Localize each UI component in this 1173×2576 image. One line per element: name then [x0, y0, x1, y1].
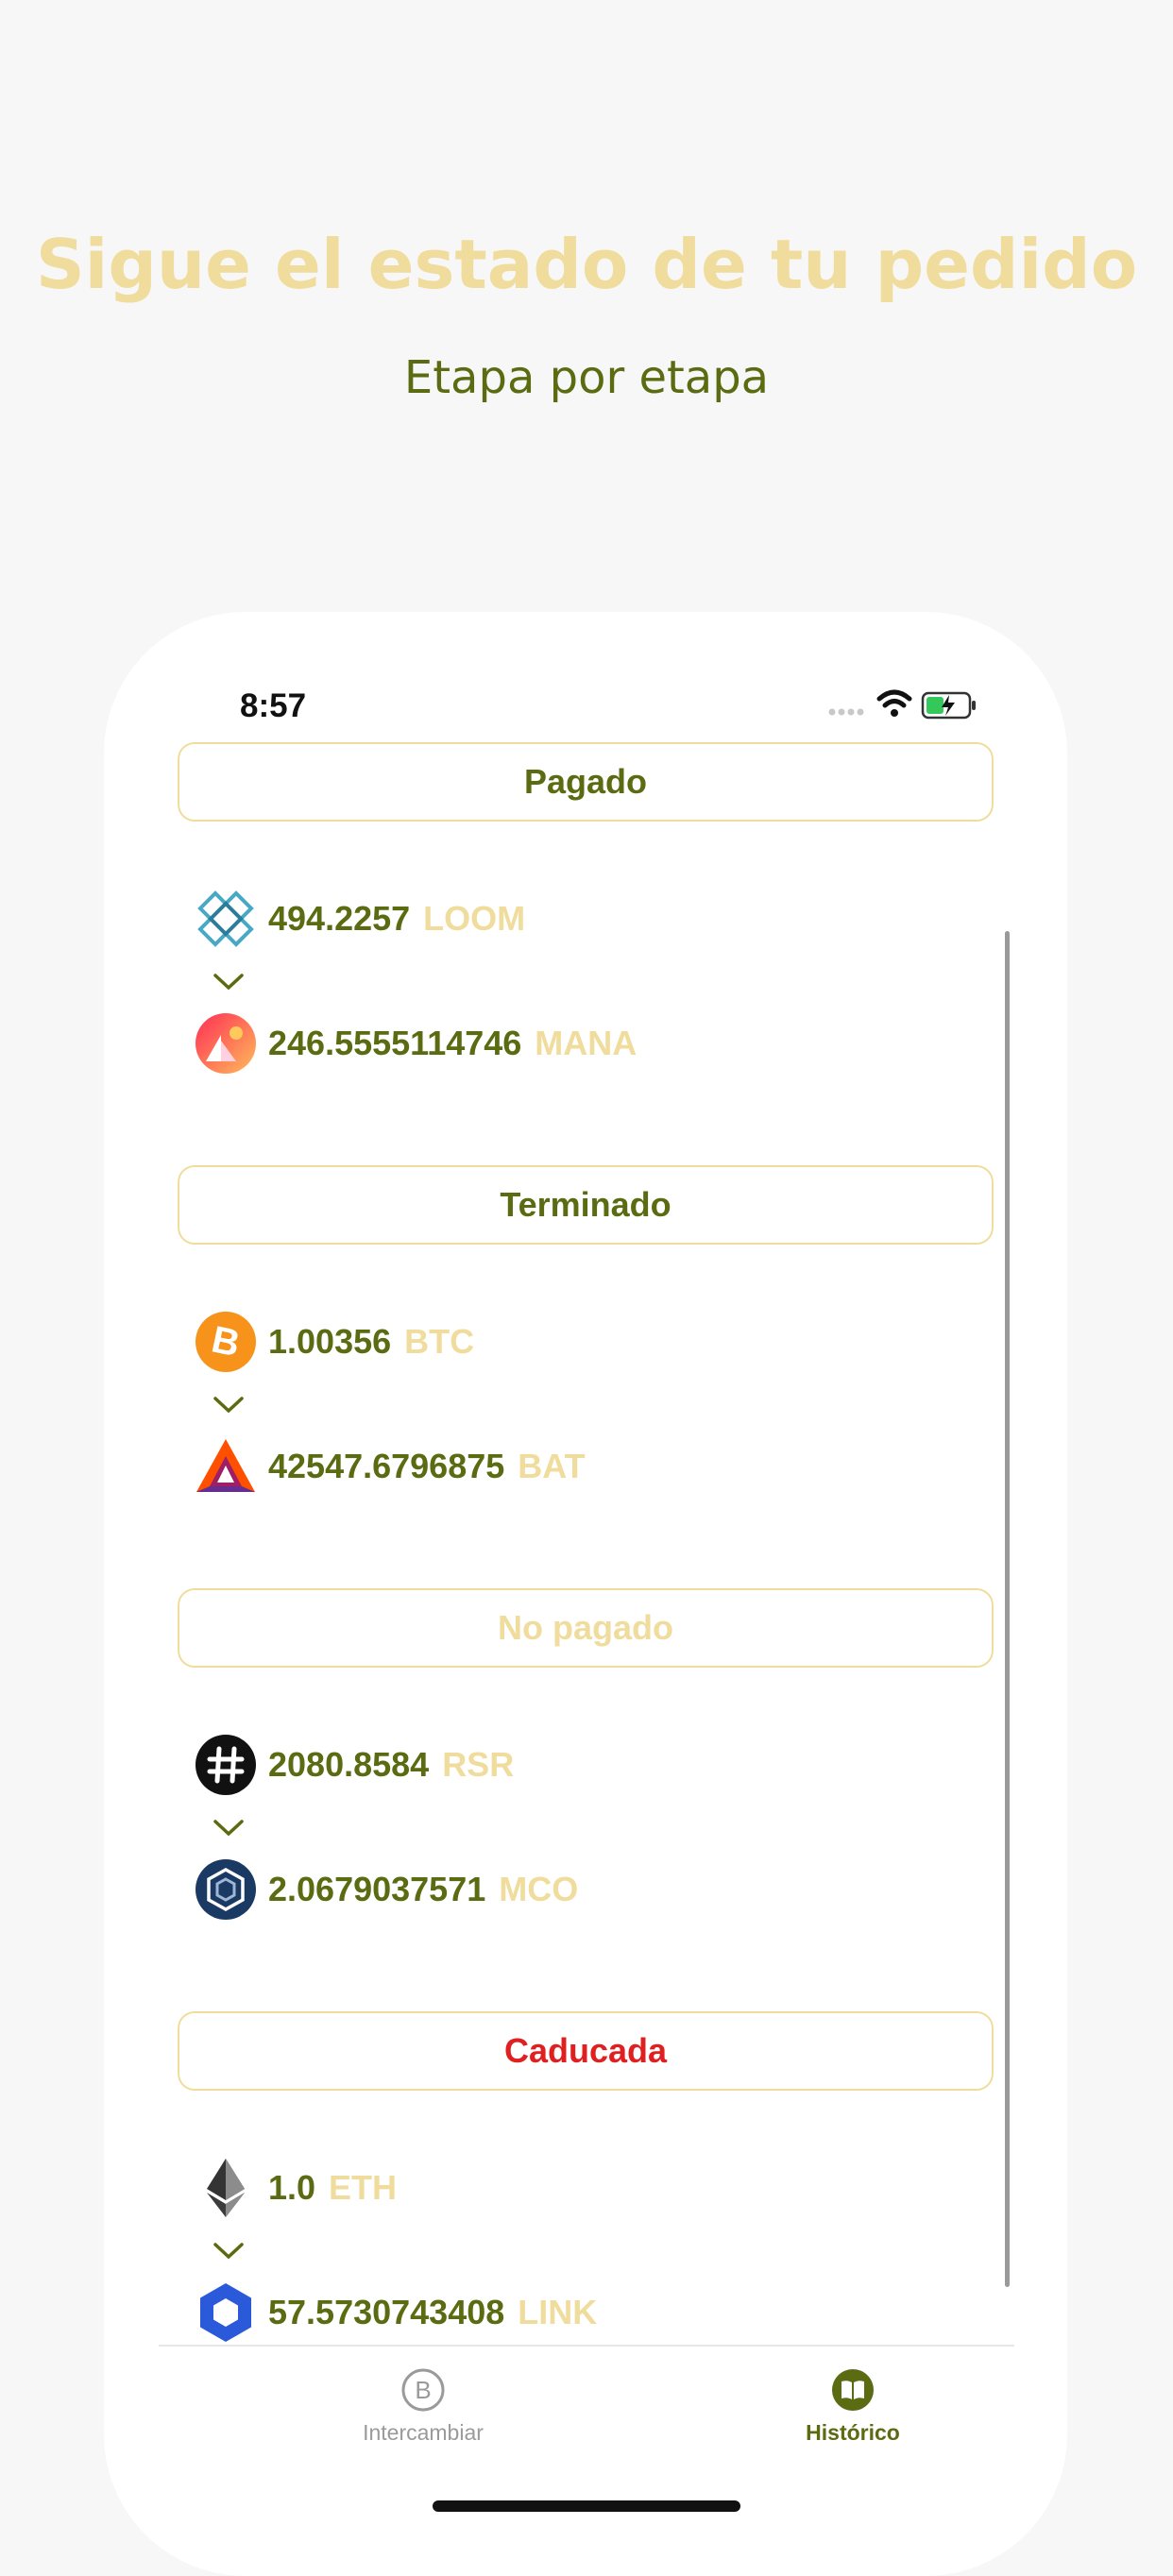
- to-amount: 42547.6796875: [268, 1447, 505, 1485]
- loom-icon: [197, 890, 254, 947]
- from-amount: 1.00356: [268, 1322, 392, 1361]
- home-indicator: [433, 2500, 740, 2512]
- from-amount: 1.0: [268, 2168, 316, 2207]
- from-symbol: BTC: [404, 1322, 475, 1361]
- mco-icon: [196, 1859, 256, 1920]
- from-symbol: LOOM: [423, 899, 526, 938]
- order-to-row[interactable]: 57.5730743408 LINK: [195, 2279, 597, 2346]
- to-amount: 2.0679037571: [268, 1870, 486, 1908]
- scrollbar[interactable]: [1005, 931, 1010, 2287]
- to-amount: 57.5730743408: [268, 2293, 505, 2331]
- chevron-down-icon: [213, 2243, 244, 2260]
- to-symbol: BAT: [518, 1447, 586, 1485]
- tab-history-label: Histórico: [806, 2420, 900, 2445]
- order-from-row[interactable]: B 1.00356 BTC: [195, 1309, 474, 1375]
- bitcoin-circle-icon: B: [401, 2368, 445, 2412]
- order-status-label: Terminado: [500, 1185, 672, 1224]
- from-amount: 2080.8584: [268, 1745, 430, 1784]
- to-amount: 246.5555114746: [268, 1024, 522, 1062]
- tab-history[interactable]: Histórico: [711, 2347, 994, 2446]
- wifi-icon: [876, 689, 912, 717]
- order-status-label: No pagado: [498, 1608, 673, 1647]
- chevron-down-icon: [213, 1820, 244, 1837]
- order-status-badge: Terminado: [178, 1165, 994, 1245]
- to-symbol: LINK: [518, 2293, 598, 2331]
- from-symbol: RSR: [442, 1745, 515, 1784]
- to-symbol: MANA: [535, 1024, 638, 1062]
- cellular-signal-icon: [828, 708, 864, 716]
- order-from-row[interactable]: 1.0 ETH: [195, 2155, 397, 2221]
- order-to-row[interactable]: 42547.6796875 BAT: [195, 1433, 586, 1500]
- status-time: 8:57: [240, 687, 307, 724]
- from-symbol: ETH: [329, 2168, 398, 2207]
- promo-subheadline: Etapa por etapa: [403, 351, 770, 404]
- bitcoin-icon: B: [196, 1312, 256, 1372]
- battery-charging-icon: [921, 691, 976, 720]
- from-amount: 494.2257: [268, 899, 411, 938]
- order-status-badge: Pagado: [178, 742, 994, 822]
- promo-headline: Sigue el estado de tu pedido: [35, 225, 1138, 304]
- order-to-row[interactable]: 2.0679037571 MCO: [195, 1856, 578, 1923]
- order-status-label: Caducada: [503, 2031, 668, 2070]
- order-to-row[interactable]: 246.5555114746 MANA: [195, 1010, 637, 1076]
- tab-bar: B Intercambiar Histórico: [159, 2347, 1014, 2479]
- mana-icon: [196, 1013, 256, 1074]
- ethereum-icon: [207, 2159, 245, 2217]
- status-icons: [826, 687, 978, 721]
- to-symbol: MCO: [499, 1870, 579, 1908]
- bat-icon: [196, 1439, 255, 1492]
- phone-frame: 8:57 Pagado 494.2257 LOOM 246.5555114746…: [104, 612, 1067, 2576]
- chevron-down-icon: [213, 974, 244, 991]
- tab-exchange[interactable]: B Intercambiar: [281, 2347, 565, 2446]
- order-status-label: Pagado: [523, 762, 648, 801]
- book-icon: [832, 2369, 874, 2411]
- tab-exchange-label: Intercambiar: [363, 2420, 484, 2445]
- svg-text:B: B: [415, 2376, 431, 2404]
- chevron-down-icon: [213, 1397, 244, 1414]
- order-from-row[interactable]: 2080.8584 RSR: [195, 1732, 514, 1798]
- order-status-badge: No pagado: [178, 1588, 994, 1668]
- order-from-row[interactable]: 494.2257 LOOM: [195, 886, 525, 952]
- chainlink-icon: [200, 2283, 251, 2342]
- order-status-badge: Caducada: [178, 2011, 994, 2091]
- rsr-icon: [196, 1735, 256, 1795]
